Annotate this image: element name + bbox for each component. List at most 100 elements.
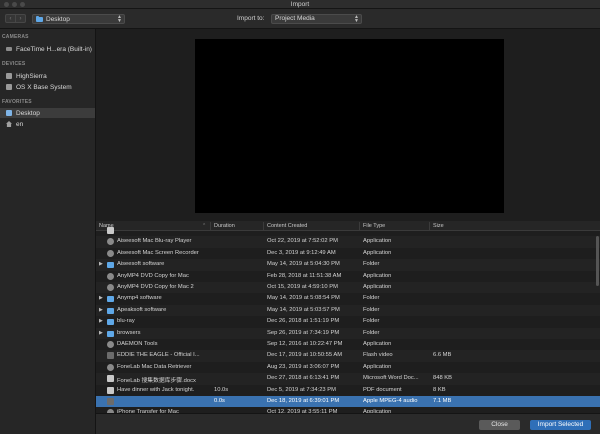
cell-name: AnyMP4 DVD Copy for Mac 2 xyxy=(117,284,194,290)
cell-file-type: Folder xyxy=(363,318,380,325)
cell-name: blu-ray xyxy=(117,318,135,325)
preview-area xyxy=(96,29,600,221)
import-selected-button[interactable]: Import Selected xyxy=(530,420,591,430)
table-row[interactable]: 0.0s Dec 18, 2019 at 6:39:01 PM Apple MPEG… xyxy=(96,396,600,408)
cell-name: AnyMP4 DVD Copy for Mac xyxy=(117,272,189,279)
table-row[interactable] xyxy=(96,225,600,236)
cell-content-created: Sep 12, 2016 at 10:22:47 PM xyxy=(267,341,343,347)
disclosure-triangle-icon[interactable]: ▶ xyxy=(99,307,103,313)
document-icon xyxy=(107,375,114,383)
table-row[interactable]: FoneLab Mac Data Retriever Aug 23, 2019 a… xyxy=(96,362,600,373)
sidebar-item-highsierra[interactable]: HighSierra xyxy=(0,71,95,81)
cell-duration: 0.0s xyxy=(214,398,225,404)
cell-content-created: Oct 15, 2019 at 4:59:10 PM xyxy=(267,284,338,290)
sidebar-item-camera[interactable]: FaceTime H...era (Built-in) xyxy=(0,44,95,54)
folder-icon xyxy=(36,15,43,22)
table-row[interactable]: AnyMP4 DVD Copy for Mac 2 Oct 15, 2019 at… xyxy=(96,282,600,294)
table-row[interactable]: DAEMON Tools Sep 12, 2016 at 10:22:47 PM A… xyxy=(96,339,600,350)
cell-name: browsers xyxy=(117,329,141,336)
table-row[interactable]: EDDIE THE EAGLE - Official I... Dec 17, 2… xyxy=(96,350,600,362)
cell-size: 8 KB xyxy=(433,386,446,393)
cell-name: FoneLab 搜集数据库步骤.docx xyxy=(117,378,196,385)
disclosure-triangle-icon[interactable]: ▶ xyxy=(99,261,103,267)
application-icon xyxy=(107,284,114,291)
desktop-folder-icon xyxy=(6,110,12,116)
cell-file-type: Flash video xyxy=(363,352,393,359)
cell-content-created: Sep 26, 2019 at 7:34:19 PM xyxy=(267,329,340,336)
sidebar-item-label: en xyxy=(16,120,24,128)
cell-content-created: May 14, 2019 at 5:03:57 PM xyxy=(267,306,340,313)
application-icon xyxy=(107,238,114,246)
camera-icon xyxy=(6,47,12,51)
cell-content-created: Dec 5, 2019 at 7:34:23 PM xyxy=(267,386,336,393)
table-row[interactable]: Have dinner with Jack tonight. 10.0s Dec 5… xyxy=(96,385,600,396)
disclosure-triangle-icon[interactable]: ▶ xyxy=(99,318,103,324)
table-row[interactable]: ▶ Anymp4 software May 14, 2019 at 5:08:54 … xyxy=(96,293,600,304)
chevron-updown-icon: ▲ ▼ xyxy=(117,14,122,24)
import-to-select[interactable]: Project Media ▲ ▼ xyxy=(271,14,362,24)
table-row[interactable]: FoneLab 搜集数据库步骤.docx Dec 27, 2018 at 6:13… xyxy=(96,373,600,385)
cell-file-type: Application xyxy=(363,363,392,370)
cell-content-created: Dec 3, 2019 at 9:12:49 AM xyxy=(267,249,336,256)
home-icon xyxy=(6,121,12,127)
cell-name: DAEMON Tools xyxy=(117,341,158,347)
devices-heading: DEVICES xyxy=(2,61,26,67)
folder-icon xyxy=(107,296,114,303)
favorites-heading: FAVORITES xyxy=(2,99,32,105)
disclosure-triangle-icon[interactable]: ▶ xyxy=(99,295,103,301)
table-row[interactable]: ▶ Aiseesoft software May 14, 2019 at 5:04:… xyxy=(96,259,600,271)
cell-name: Aiseesoft Mac Blu-ray Player xyxy=(117,238,192,245)
cell-name: Apeaksoft software xyxy=(117,306,167,313)
cell-name: Have dinner with Jack tonight. xyxy=(117,386,195,393)
cell-content-created: Oct 22, 2019 at 7:52:02 PM xyxy=(267,238,338,245)
cell-content-created: May 14, 2019 at 5:04:30 PM xyxy=(267,261,340,268)
cell-name: Aiseesoft software xyxy=(117,261,165,268)
cell-content-created: Dec 26, 2018 at 1:51:19 PM xyxy=(267,318,340,325)
application-icon xyxy=(107,363,114,371)
cell-name: Anymp4 software xyxy=(117,295,162,302)
cell-content-created: Dec 17, 2019 at 10:50:55 AM xyxy=(267,352,343,359)
location-value: Desktop xyxy=(46,15,70,23)
folder-icon xyxy=(107,319,114,326)
back-button[interactable]: ‹ xyxy=(6,15,15,22)
cell-file-type: Application xyxy=(363,284,392,290)
table-row[interactable]: ▶ browsers Sep 26, 2019 at 7:34:19 PM Folde… xyxy=(96,327,600,339)
table-row[interactable]: ▶ blu-ray Dec 26, 2018 at 1:51:19 PM Folder xyxy=(96,316,600,327)
close-button[interactable]: Close xyxy=(479,420,520,430)
cell-file-type: Application xyxy=(363,341,392,347)
cell-duration: 10.0s xyxy=(214,386,229,393)
chevron-updown-icon: ▲ ▼ xyxy=(354,14,359,24)
location-select[interactable]: Desktop ▲ ▼ xyxy=(32,14,125,24)
video-file-icon xyxy=(107,398,114,405)
import-to-label: Import to: xyxy=(237,15,265,22)
forward-button[interactable]: › xyxy=(15,15,25,22)
sidebar-item-label: FaceTime H...era (Built-in) xyxy=(16,45,92,53)
folder-icon xyxy=(107,262,114,269)
cameras-heading: CAMERAS xyxy=(2,34,29,40)
sidebar-item-label: OS X Base System xyxy=(16,83,72,91)
window-title: Import xyxy=(290,1,310,8)
table-row[interactable]: AnyMP4 DVD Copy for Mac Feb 28, 2018 at 1… xyxy=(96,271,600,282)
folder-icon xyxy=(107,330,114,337)
sidebar-item-label: Desktop xyxy=(16,109,40,117)
sidebar-item-osx-base[interactable]: OS X Base System xyxy=(0,82,95,92)
cell-file-type: Application xyxy=(363,238,392,245)
folder-icon xyxy=(107,307,114,314)
table-row[interactable]: Aiseesoft Mac Blu-ray Player Oct 22, 2019… xyxy=(96,236,600,248)
file-table: Name ⌃ Duration Content Created File Typ… xyxy=(96,221,600,413)
document-icon xyxy=(107,227,114,234)
cell-file-type: PDF document xyxy=(363,386,402,393)
sidebar-item-desktop[interactable]: Desktop xyxy=(0,108,95,118)
vertical-scrollbar[interactable] xyxy=(596,236,599,286)
disclosure-triangle-icon[interactable]: ▶ xyxy=(99,330,103,336)
cell-file-type: Application xyxy=(363,272,392,279)
application-icon xyxy=(107,341,114,348)
cell-content-created: May 14, 2019 at 5:08:54 PM xyxy=(267,295,340,302)
cell-name: EDDIE THE EAGLE - Official I... xyxy=(117,352,200,359)
table-row[interactable]: Aiseesoft Mac Screen Recorder Dec 3, 2019… xyxy=(96,248,600,259)
cell-file-type: Microsoft Word Doc... xyxy=(363,375,419,382)
title-bar: Import xyxy=(0,0,600,9)
disk-icon xyxy=(6,73,12,79)
table-row[interactable]: ▶ Apeaksoft software May 14, 2019 at 5:03:… xyxy=(96,304,600,317)
sidebar-item-en[interactable]: en xyxy=(0,119,95,129)
